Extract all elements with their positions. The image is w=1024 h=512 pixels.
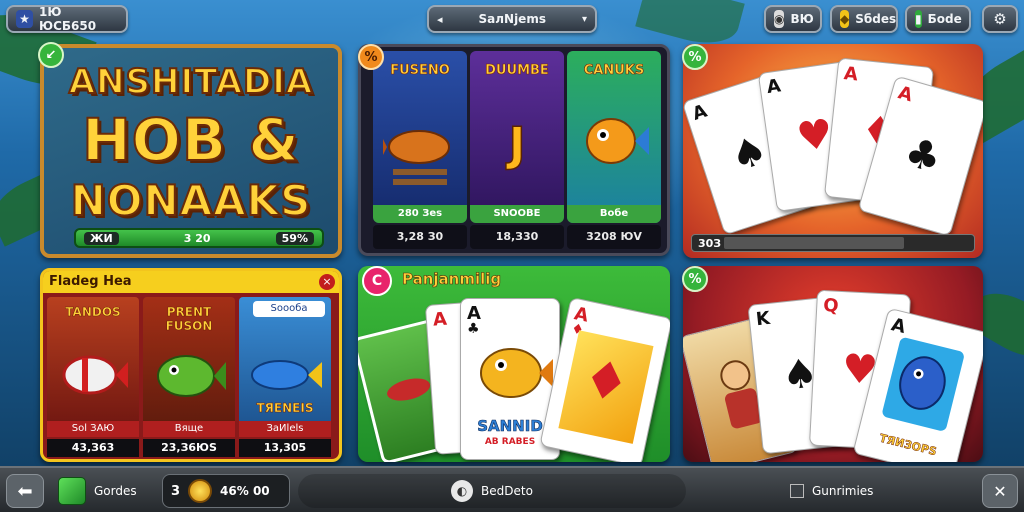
fish-games-tile: Fladeg Неа × TANDOS PRENT FUSON Sоооба Т… (40, 268, 342, 462)
coin-value: 46% 00 (220, 484, 270, 498)
slot-title: FUSENO (390, 63, 450, 79)
slot-value-2: 18,З30 (470, 225, 564, 249)
center-label: ВеdDеtо (481, 484, 533, 498)
fish-header: Fladeg Неа (43, 271, 339, 293)
gems-button[interactable]: ◆ Sбdes (830, 5, 898, 33)
slot-foot: Вобе (567, 205, 661, 223)
green-card-game-tile[interactable]: C Panjanmilig A A ♣ SANNID АВ RАВЕS A ♦ ♦ (358, 266, 670, 462)
slot-symbol: J (508, 116, 527, 172)
bar-mid-value: 3 20 (183, 231, 211, 245)
checkbox-icon (790, 484, 804, 498)
tools-button[interactable]: ✕ (982, 474, 1018, 508)
slot-title: CANUKS (583, 63, 645, 79)
coin-balance[interactable]: 3 46% 00 (162, 474, 290, 508)
slot-title: DUUMBE (485, 63, 549, 79)
gift-label: ВЮ (790, 12, 814, 26)
slot-value-1: 3,28 З0 (373, 225, 467, 249)
slot-foot: 280 Зes (373, 205, 467, 223)
cash-label: Боdе (927, 12, 962, 26)
orange-fish-icon (586, 118, 649, 164)
fish-label-3: ЗаИlels (239, 421, 331, 437)
search-text: SалNjems (478, 12, 546, 26)
coin-count: 3 (171, 483, 181, 499)
options-label: Gunrimies (812, 484, 874, 498)
gem-icon: ◆ (840, 10, 850, 28)
green-cube-icon (58, 477, 86, 505)
logo-line-3: NONAAKS (70, 175, 312, 226)
bar-right-value: 59% (275, 231, 314, 245)
back-arrow-icon: ⬅ (17, 480, 33, 502)
fish-header-title: Fladeg Неа (49, 274, 132, 289)
bar-left-label: ЖИ (84, 231, 119, 245)
featured-game-tile[interactable]: ANSHITADIA HOB & NONAAKS ЖИ 3 20 59% (40, 44, 342, 258)
logo-line-1: ANSHITADIA (68, 61, 314, 103)
search-dropdown-icon: ▾ (581, 13, 587, 25)
slot-value-3: 3208 ЮV (567, 225, 661, 249)
cash-button[interactable]: ▮ Боdе (905, 5, 971, 33)
fish-label-2: Вяще (143, 421, 235, 437)
fish-game-3[interactable]: Sоооба ТЯЕNEIS (239, 297, 331, 437)
gift-icon: ◉ (774, 10, 785, 28)
bottom-bar: ⬅ Gordes 3 46% 00 ◐ ВеdDеtо Gunrimies ✕ (0, 466, 1024, 512)
fish-game-1[interactable]: TANDOS (47, 297, 139, 437)
blue-fish-icon (251, 360, 322, 390)
clownfish-icon (62, 355, 128, 395)
fish-value-1: 43,З63 (47, 439, 139, 457)
options-toggle[interactable]: Gunrimies (790, 474, 900, 508)
search-left-icon: ◂ (437, 12, 443, 26)
roast-fish-icon (383, 130, 450, 185)
player-info-text: 1Ю ЮСБ650 (38, 5, 97, 33)
card-game-progress: 30З (691, 234, 975, 252)
green-fish-icon (157, 355, 226, 397)
featured-progress-bar: ЖИ 3 20 59% (74, 228, 324, 248)
logo-line-2: HOB & (81, 105, 300, 175)
fish-tag: Sоооба (253, 301, 325, 317)
cards-label: Gordes (94, 484, 137, 498)
green-game-title: Panjanmilig (402, 270, 502, 289)
fish-value-2: 23,З6ЮS (143, 439, 235, 457)
cards1-badge-icon: % (682, 44, 708, 70)
chat-icon: ◐ (451, 480, 474, 502)
progress-fill (724, 237, 904, 249)
fish-value-3: 13,305 (239, 439, 331, 457)
gems-label: Sбdes (855, 12, 897, 26)
cash-icon: ▮ (915, 10, 922, 28)
gift-button[interactable]: ◉ ВЮ (764, 5, 822, 33)
fish-game-title: TANDOS (65, 305, 121, 320)
wrench-icon: ✕ (993, 481, 1007, 501)
back-button[interactable]: ⬅ (6, 474, 44, 508)
fish-label-1: Sol ЗАЮ (47, 421, 139, 437)
search-bar[interactable]: ◂ SалNjems ▾ (427, 5, 597, 33)
cards2-badge-icon: % (682, 266, 708, 292)
settings-button[interactable]: ⚙ (982, 5, 1018, 33)
player-info[interactable]: ★ 1Ю ЮСБ650 (6, 5, 128, 33)
progress-label: 30З (698, 236, 722, 250)
close-icon[interactable]: × (319, 274, 335, 290)
center-panel[interactable]: ◐ ВеdDеtо (298, 474, 686, 508)
fish-game-title: ТЯЕNEIS (256, 401, 314, 416)
cards-button[interactable]: Gordes (58, 474, 154, 508)
gold-coin-icon (188, 479, 213, 503)
settings-icon: ⚙ (993, 10, 1007, 28)
slot-game-3[interactable]: CANUKS Вобе (567, 51, 661, 223)
chip-badge-icon: C (362, 266, 392, 296)
blue-fish-card-icon (882, 337, 964, 431)
slot-game-2[interactable]: DUUMBE J SNOOBE (470, 51, 564, 223)
card-game-tile-2[interactable]: K ♠ Q ♥ A ТЯИЗОРS (683, 266, 983, 462)
slots-tile: FUSENO 280 Зes DUUMBE J SNOOBE CANUKS Во… (358, 44, 670, 256)
fish-game-title: PRENT FUSON (165, 305, 213, 334)
slots-badge-icon: % (358, 44, 384, 70)
slot-game-1[interactable]: FUSENO 280 Зes (373, 51, 467, 223)
slot-foot: SNOOBE (470, 205, 564, 223)
featured-badge-icon: ↙ (38, 42, 64, 68)
card-game-tile-1[interactable]: A♠ A♥ A♦ A♣ 30З (683, 44, 983, 258)
player-avatar-icon: ★ (16, 10, 33, 28)
fish-game-2[interactable]: PRENT FUSON (143, 297, 235, 437)
golden-fish-icon (480, 348, 553, 398)
